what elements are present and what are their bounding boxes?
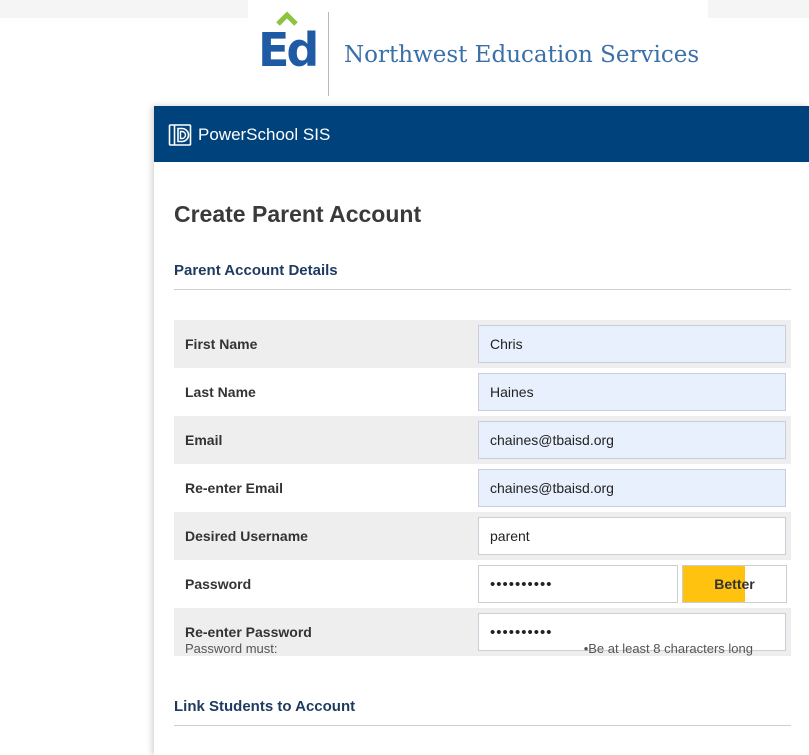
username-label: Desired Username bbox=[185, 528, 308, 544]
ed-logo-text: Ed bbox=[258, 23, 319, 77]
password-strength-label: Better bbox=[714, 576, 755, 592]
reenter-password-label: Re-enter Password bbox=[185, 624, 312, 640]
password-rules-label: Password must: bbox=[185, 641, 278, 656]
logo-divider bbox=[328, 12, 329, 96]
form-row-username: Desired Username bbox=[174, 512, 791, 560]
powerschool-logo-icon bbox=[168, 124, 192, 146]
first-name-input[interactable] bbox=[478, 325, 786, 363]
section-divider bbox=[174, 289, 791, 290]
password-label: Password bbox=[185, 576, 252, 592]
email-label: Email bbox=[185, 432, 223, 448]
password-strength-meter: Better bbox=[682, 565, 787, 603]
form-row-reenter-email: Re-enter Email bbox=[174, 464, 791, 512]
username-input[interactable] bbox=[478, 517, 786, 555]
last-name-input[interactable] bbox=[478, 373, 786, 411]
first-name-label: First Name bbox=[185, 336, 258, 352]
app-title: PowerSchool SIS bbox=[198, 125, 331, 144]
form-row-email: Email bbox=[174, 416, 791, 464]
form-row-first-name: First Name bbox=[174, 320, 791, 368]
last-name-label: Last Name bbox=[185, 384, 256, 400]
password-input[interactable] bbox=[478, 565, 678, 603]
create-account-panel: PowerSchool SIS Create Parent Account Pa… bbox=[154, 106, 809, 755]
app-banner: PowerSchool SIS bbox=[154, 106, 809, 162]
reenter-email-label: Re-enter Email bbox=[185, 480, 284, 496]
reenter-email-input[interactable] bbox=[478, 469, 786, 507]
form-row-password: Password Better bbox=[174, 560, 791, 608]
email-input[interactable] bbox=[478, 421, 786, 459]
org-name: Northwest Education Services bbox=[344, 42, 700, 68]
section-title-link-students: Link Students to Account bbox=[174, 698, 356, 715]
section-title-account-details: Parent Account Details bbox=[174, 262, 338, 279]
section-divider bbox=[174, 725, 791, 726]
page-title: Create Parent Account bbox=[174, 201, 422, 227]
password-rule-item: •Be at least 8 characters long bbox=[583, 641, 753, 656]
form-row-last-name: Last Name bbox=[174, 368, 791, 416]
